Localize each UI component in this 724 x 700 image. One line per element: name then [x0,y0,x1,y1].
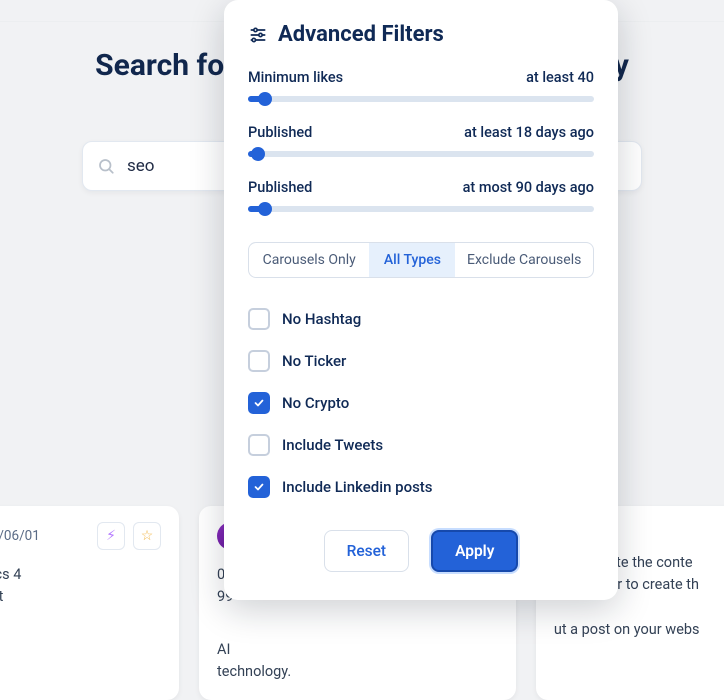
slider-value: at least 18 days ago [464,124,594,141]
star-icon[interactable]: ☆ [133,522,161,550]
advanced-filters-modal: Advanced Filters Minimum likes at least … [224,0,618,600]
slider-track[interactable] [248,206,594,212]
checkbox-no-ticker[interactable]: No Ticker [248,350,594,372]
segment-carousels-only[interactable]: Carousels Only [249,243,369,277]
checkbox-icon [248,476,270,498]
slider-thumb[interactable] [258,92,272,106]
card-body: alytics 4 ificult [0,564,161,609]
checkbox-label: No Hashtag [282,310,361,328]
checkbox-label: No Ticker [282,352,346,370]
checkbox-include-tweets[interactable]: Include Tweets [248,434,594,456]
slider-published-max[interactable]: Published at most 90 days ago [248,179,594,212]
carousel-type-segment: Carousels Only All Types Exclude Carouse… [248,242,594,278]
slider-track[interactable] [248,96,594,102]
modal-actions: Reset Apply [248,530,594,572]
slider-thumb[interactable] [258,202,272,216]
checkbox-label: Include Linkedin posts [282,478,433,496]
slider-minimum-likes[interactable]: Minimum likes at least 40 [248,69,594,102]
card-text: AI technology. [217,639,498,684]
checkbox-icon [248,350,270,372]
modal-title: Advanced Filters [278,22,444,47]
checkbox-no-crypto[interactable]: No Crypto [248,392,594,414]
slider-value: at most 90 days ago [463,179,594,196]
checkbox-icon [248,392,270,414]
apply-button[interactable]: Apply [431,530,518,572]
slider-label: Published [248,124,312,141]
checkbox-label: Include Tweets [282,436,383,454]
reset-button[interactable]: Reset [324,530,410,572]
checkbox-label: No Crypto [282,394,349,412]
search-icon [97,157,115,175]
slider-published-min[interactable]: Published at least 18 days ago [248,124,594,157]
slider-thumb[interactable] [251,147,265,161]
segment-exclude-carousels[interactable]: Exclude Carousels [455,243,593,277]
checkbox-list: No Hashtag No Ticker No Crypto Include T… [248,308,594,498]
checkbox-include-linkedin[interactable]: Include Linkedin posts [248,476,594,498]
zap-icon[interactable]: ⚡︎ [97,522,125,550]
filters-icon [248,25,268,45]
segment-all-types[interactable]: All Types [369,243,455,277]
slider-track[interactable] [248,151,594,157]
result-card[interactable]: 2023/06/01 ⚡︎ ☆ alytics 4 ificult [0,506,179,700]
slider-label: Published [248,179,312,196]
card-date: 2023/06/01 [0,528,40,544]
checkbox-icon [248,434,270,456]
slider-label: Minimum likes [248,69,343,86]
checkbox-no-hashtag[interactable]: No Hashtag [248,308,594,330]
checkbox-icon [248,308,270,330]
slider-value: at least 40 [526,69,594,86]
